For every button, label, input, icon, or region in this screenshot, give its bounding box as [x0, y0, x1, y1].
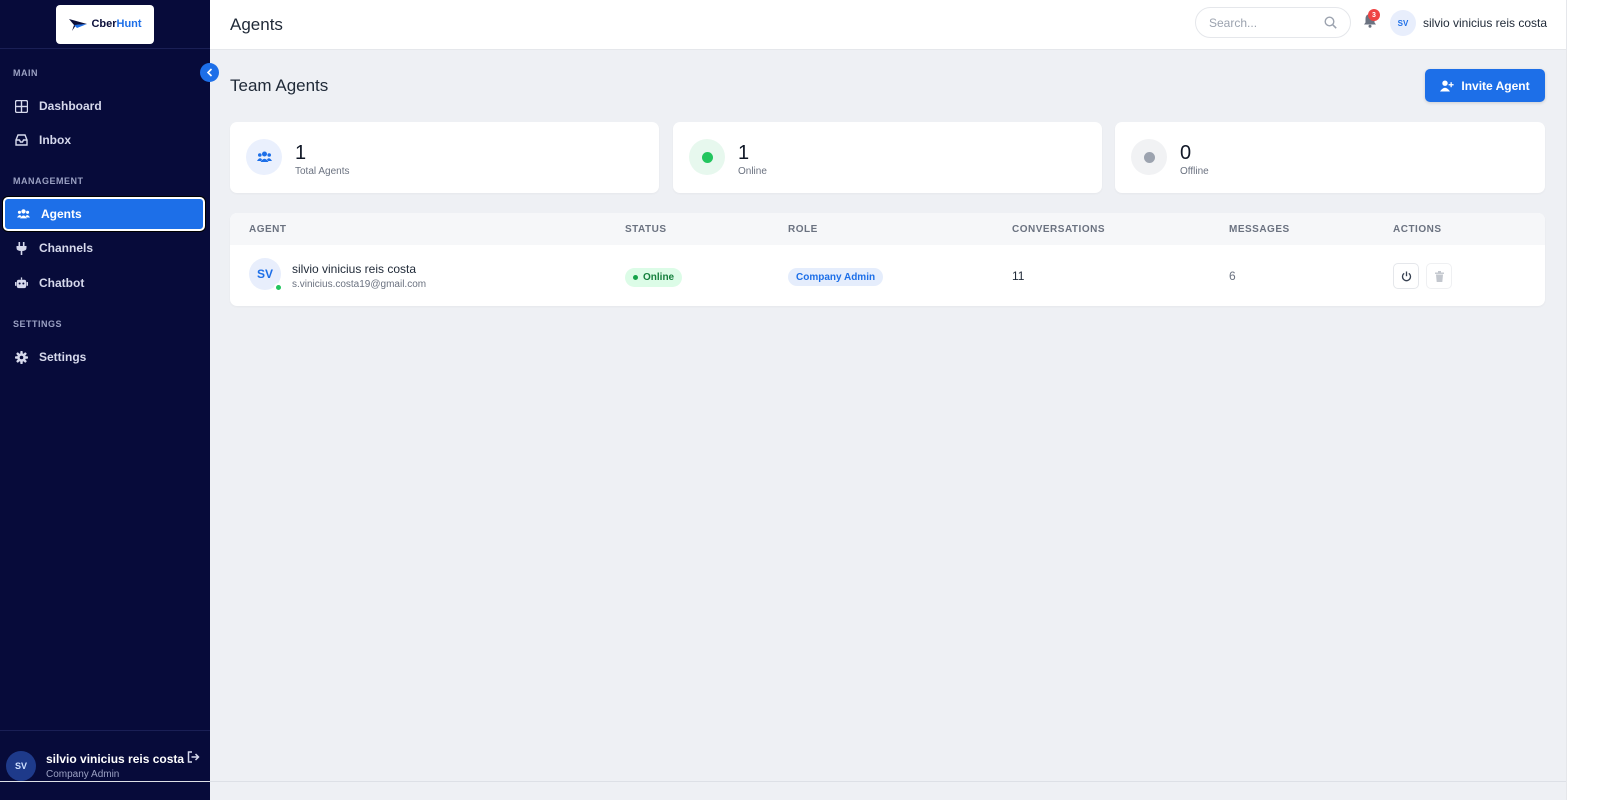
sidebar-item-agents[interactable]: Agents: [3, 197, 205, 231]
role-badge: Company Admin: [788, 268, 884, 286]
section-title: Team Agents: [230, 76, 329, 95]
logo-text-b: Hunt: [116, 18, 142, 30]
stat-value: 0: [1180, 142, 1192, 164]
sidebar: CberHunt MAIN Dashboard Inbox MANAGEMENT…: [0, 0, 210, 800]
toggle-status-button[interactable]: [1393, 263, 1419, 289]
column-header-status: STATUS: [625, 224, 667, 235]
messages-count: 6: [1229, 269, 1236, 283]
sidebar-item-label: Settings: [39, 350, 87, 364]
offline-dot-icon: [1131, 139, 1167, 175]
status-text: Online: [643, 272, 675, 283]
conversations-count: 11: [1012, 269, 1025, 283]
stat-label: Offline: [1180, 166, 1209, 177]
stat-card-online: 1 Online: [673, 122, 1102, 193]
scrollbar-gutter[interactable]: [1566, 0, 1600, 800]
stat-card-total: 1 Total Agents: [230, 122, 659, 193]
search-box[interactable]: [1195, 7, 1351, 38]
column-header-messages: MESSAGES: [1229, 224, 1290, 235]
section-label-main: MAIN: [13, 68, 38, 78]
sidebar-item-label: Agents: [41, 207, 82, 221]
trash-icon: [1434, 270, 1444, 282]
table-header: AGENT STATUS ROLE CONVERSATIONS MESSAGES…: [230, 213, 1545, 245]
chevron-left-icon: [206, 68, 212, 77]
power-icon: [1401, 271, 1411, 281]
sidebar-item-channels[interactable]: Channels: [3, 231, 205, 265]
page-title: Agents: [230, 15, 283, 34]
logo-bird-icon: [69, 19, 88, 31]
search-input[interactable]: [1209, 15, 1324, 30]
plug-icon: [15, 241, 28, 255]
table-row: SV silvio vinicius reis costa s.vinicius…: [230, 245, 1545, 306]
logo-text-a: Cber: [91, 18, 117, 30]
online-indicator: [274, 283, 283, 292]
inbox-icon: [15, 134, 28, 147]
stat-value: 1: [738, 142, 750, 164]
delete-agent-button[interactable]: [1426, 263, 1452, 289]
users-icon: [17, 208, 30, 221]
bottom-border: [0, 781, 1566, 782]
sidebar-item-settings[interactable]: Settings: [3, 340, 205, 374]
status-dot-icon: [633, 275, 638, 280]
invite-agent-label: Invite Agent: [1461, 78, 1530, 93]
section-label-management: MANAGEMENT: [13, 176, 84, 186]
column-header-actions: ACTIONS: [1393, 224, 1442, 235]
agent-email: s.vinicius.costa19@gmail.com: [292, 279, 427, 290]
users-icon: [246, 139, 282, 175]
sidebar-item-label: Channels: [39, 241, 94, 255]
notification-count-badge: 3: [1368, 9, 1380, 21]
avatar[interactable]: SV: [1390, 10, 1416, 36]
sidebar-item-label: Chatbot: [39, 276, 85, 290]
sidebar-user-role: Company Admin: [46, 768, 120, 780]
column-header-conversations: CONVERSATIONS: [1012, 224, 1105, 235]
grid-icon: [15, 99, 28, 113]
sidebar-item-chatbot[interactable]: Chatbot: [3, 266, 205, 300]
sidebar-item-inbox[interactable]: Inbox: [3, 123, 205, 157]
sidebar-user-name: silvio vinicius reis costa: [46, 751, 185, 766]
sidebar-item-dashboard[interactable]: Dashboard: [3, 89, 205, 123]
section-label-settings: SETTINGS: [13, 319, 63, 329]
gear-icon: [15, 350, 28, 364]
sidebar-item-label: Dashboard: [39, 99, 102, 113]
stat-label: Online: [738, 166, 767, 177]
top-header: Agents 3 SV silvio vinicius reis costa: [210, 0, 1566, 50]
header-user-name[interactable]: silvio vinicius reis costa: [1423, 16, 1547, 30]
robot-icon: [15, 277, 28, 290]
sidebar-item-label: Inbox: [39, 133, 71, 147]
agent-name: silvio vinicius reis costa: [292, 262, 417, 276]
stat-value: 1: [295, 142, 307, 164]
collapse-sidebar-button[interactable]: [200, 63, 219, 82]
avatar: SV: [6, 750, 36, 781]
logout-icon[interactable]: [187, 750, 200, 768]
sidebar-user-panel: SV silvio vinicius reis costa Company Ad…: [0, 730, 210, 800]
stat-card-offline: 0 Offline: [1115, 122, 1545, 193]
column-header-role: ROLE: [788, 224, 818, 235]
stat-label: Total Agents: [295, 166, 350, 177]
logo-area: CberHunt: [0, 0, 210, 49]
user-plus-icon: [1440, 80, 1454, 91]
column-header-agent: AGENT: [249, 224, 287, 235]
agents-table: AGENT STATUS ROLE CONVERSATIONS MESSAGES…: [230, 213, 1545, 306]
online-dot-icon: [689, 139, 725, 175]
status-badge: Online: [625, 268, 683, 287]
search-icon[interactable]: [1324, 16, 1337, 29]
app-logo[interactable]: CberHunt: [56, 4, 154, 44]
invite-agent-button[interactable]: Invite Agent: [1425, 69, 1545, 102]
